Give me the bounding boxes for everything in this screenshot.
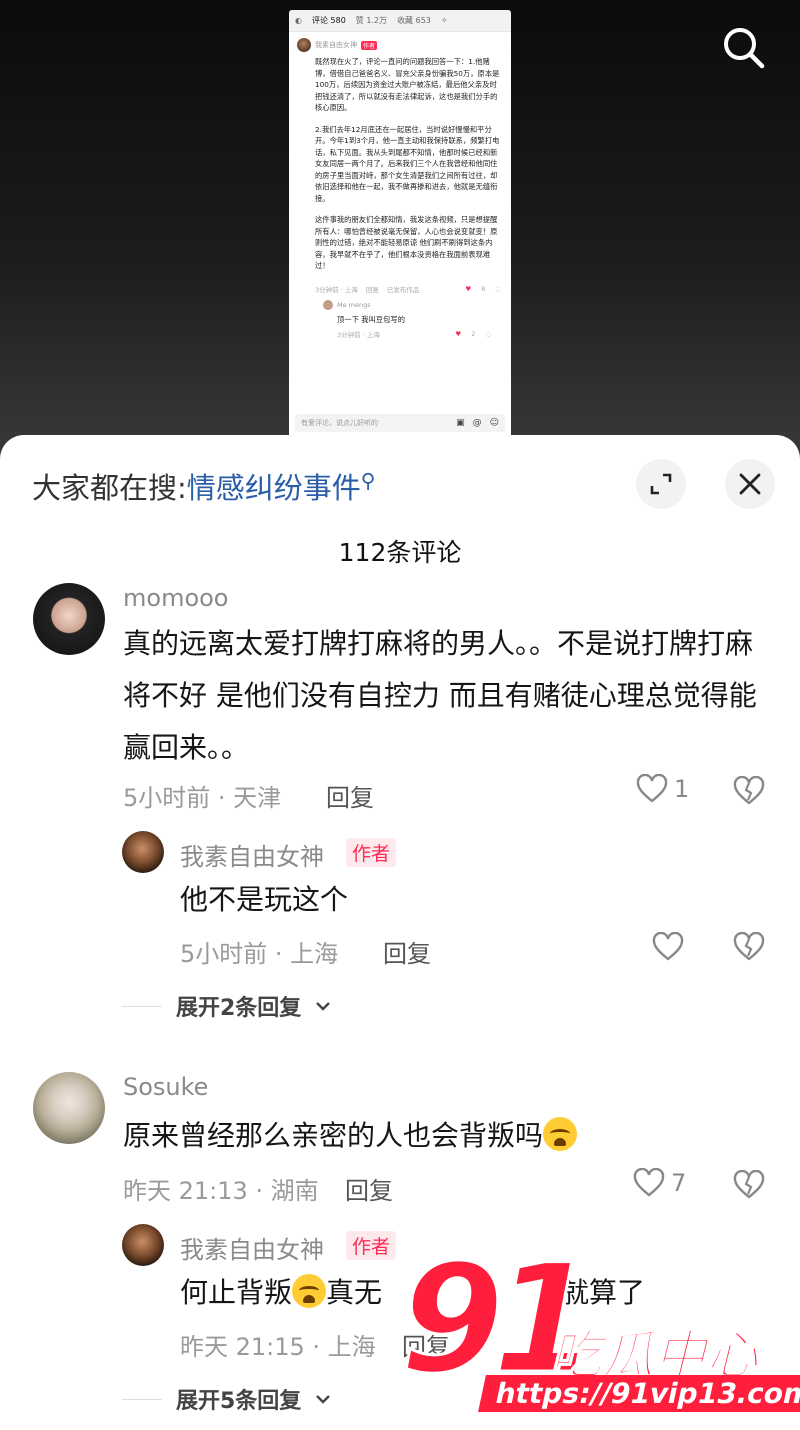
embedded-reply-avatar xyxy=(323,299,333,310)
embedded-author-tag: 作者 xyxy=(361,40,378,50)
crying-emoji-icon xyxy=(292,1274,327,1308)
broken-heart-icon xyxy=(733,775,765,805)
embedded-dislike-icon: ◌ xyxy=(495,284,501,293)
divider xyxy=(122,1398,162,1400)
expand-replies[interactable]: 展开2条回复 xyxy=(122,990,331,1022)
embedded-paragraph: 2.我们去年12月底还在一起居住，当时说好慢慢和平分开。今年1到3个月，他一直主… xyxy=(315,124,500,203)
reply-button[interactable]: 回复 xyxy=(345,1171,393,1206)
comment-username[interactable]: momooo xyxy=(123,584,229,612)
search-suggestion-keyword[interactable]: 情感纠纷事件 xyxy=(187,471,361,505)
embedded-chat-icon: ◐ xyxy=(295,16,302,25)
like-count: 7 xyxy=(671,1169,687,1197)
expand-replies-label: 展开2条回复 xyxy=(176,996,302,1021)
dislike-button[interactable] xyxy=(733,931,765,966)
author-avatar[interactable] xyxy=(122,1224,164,1266)
watermark: 91 吃瓜中心 https://91vip13.com xyxy=(399,1244,800,1425)
embedded-meta-reply: 回复 xyxy=(365,285,379,294)
reply-meta: 昨天 21:15 · 上海 xyxy=(180,1333,376,1361)
fullscreen-button[interactable] xyxy=(636,459,686,509)
embedded-paragraph: 既然现在火了，评论一直问的问题我回答一下：1.他赌博，借借自己爸爸名义、冒充父亲… xyxy=(315,57,500,112)
like-button[interactable]: 1 xyxy=(636,774,689,804)
embedded-reply-likes: 2 xyxy=(471,329,476,338)
embedded-reply-user: Me mengs xyxy=(337,300,371,309)
reply-text-part: 真无 xyxy=(326,1276,383,1309)
search-suggestion-prefix: 大家都在搜: xyxy=(32,471,187,505)
like-button[interactable] xyxy=(652,932,684,962)
expand-icon xyxy=(650,473,672,495)
comment-count: 112条评论 xyxy=(338,538,462,567)
search-small-icon: ⚲ xyxy=(360,468,376,493)
embedded-screenshot: ◐ 评论 580 赞 1.2万 收藏 653 ✧ 我素自由女神 作者 既然现在火… xyxy=(289,10,511,438)
expand-replies[interactable]: 展开5条回复 xyxy=(122,1383,331,1415)
reply-button[interactable]: 回复 xyxy=(326,778,374,813)
embedded-input-placeholder: 有爱评论，说点儿好听的 xyxy=(301,419,378,427)
embedded-heart-icon: ♥ xyxy=(465,284,472,293)
embedded-tab-comments: 评论 580 xyxy=(311,16,346,25)
reply-username[interactable]: 我素自由女神 xyxy=(180,1230,324,1265)
expand-replies-label: 展开5条回复 xyxy=(176,1389,302,1414)
comment-text: 真的远离太爱打牌打麻将的男人。。不是说打牌打麻将不好 是他们没有自控力 而且有赌… xyxy=(123,627,757,764)
like-button[interactable]: 7 xyxy=(633,1168,686,1198)
embedded-meta-time: 3分钟前 · 上海 xyxy=(315,285,358,294)
author-avatar[interactable] xyxy=(122,831,164,873)
embedded-paragraph: 这件事我的朋友们全都知情，我发这条视频，只是想提醒所有人：哪怕曾经被说毫无保留，… xyxy=(315,215,498,270)
embedded-reply-dislike-icon: ◌ xyxy=(485,329,491,338)
search-suggestion[interactable]: 大家都在搜:情感纠纷事件⚲ xyxy=(32,465,375,507)
comment-meta: 5小时前 · 天津 xyxy=(123,784,282,812)
comment-username[interactable]: Sosuke xyxy=(123,1073,208,1101)
comment-meta: 昨天 21:13 · 湖南 xyxy=(123,1177,319,1205)
dislike-button[interactable] xyxy=(733,775,765,810)
embedded-author-name: 我素自由女神 xyxy=(315,41,357,49)
close-icon xyxy=(739,473,761,495)
heart-icon xyxy=(636,774,668,803)
reply-text-part: 何止背叛 xyxy=(180,1276,293,1309)
author-badge: 作者 xyxy=(346,838,397,867)
embedded-meta-extra: 已发布作品 xyxy=(386,285,420,294)
watermark-url: https://91vip13.com xyxy=(478,1375,800,1412)
like-count: 1 xyxy=(674,775,690,803)
embedded-at-icon: @ xyxy=(472,418,482,428)
crying-emoji-icon xyxy=(543,1117,578,1151)
embedded-image-icon: ▣ xyxy=(456,418,465,428)
avatar[interactable] xyxy=(33,583,105,655)
reply-text: 他不是玩这个 xyxy=(180,883,349,916)
close-button[interactable] xyxy=(725,459,775,509)
embedded-tab-favorites: 收藏 653 xyxy=(397,16,431,25)
embedded-tab-likes: 赞 1.2万 xyxy=(355,16,388,25)
embedded-reply: Me mengs 顶一下 我叫豆包写的 3分钟前 · 上海 ♥ 2 ◌ xyxy=(289,296,511,341)
dislike-button[interactable] xyxy=(733,1169,765,1204)
divider xyxy=(122,1005,162,1007)
embedded-comment-input: 有爱评论，说点儿好听的 ▣ @ ☺ xyxy=(295,414,505,432)
avatar[interactable] xyxy=(33,1072,105,1144)
embedded-author-avatar xyxy=(297,38,311,52)
search-icon[interactable] xyxy=(716,20,772,76)
author-badge: 作者 xyxy=(346,1231,397,1260)
chevron-down-icon xyxy=(316,1395,331,1404)
broken-heart-icon xyxy=(733,931,765,961)
comment-text: 原来曾经那么亲密的人也会背叛吗 xyxy=(123,1110,578,1162)
heart-icon xyxy=(633,1168,665,1197)
comment-text-content: 原来曾经那么亲密的人也会背叛吗 xyxy=(123,1119,544,1152)
embedded-reply-meta: 3分钟前 · 上海 xyxy=(337,330,380,339)
broken-heart-icon xyxy=(733,1169,765,1199)
embedded-settings-icon: ✧ xyxy=(440,16,448,25)
reply-meta: 5小时前 · 上海 xyxy=(180,940,339,968)
embedded-comment-body: 既然现在火了，评论一直问的问题我回答一下：1.他赌博，借借自己爸爸名义、冒充父亲… xyxy=(289,54,511,272)
embedded-comment-meta: 3分钟前 · 上海 回复 已发布作品 ♥ 8 ◌ xyxy=(289,282,511,296)
heart-icon xyxy=(652,932,684,961)
embedded-like-count: 8 xyxy=(481,284,486,293)
reply-button[interactable]: 回复 xyxy=(383,934,431,969)
chevron-down-icon xyxy=(316,1002,331,1011)
reply-username[interactable]: 我素自由女神 xyxy=(180,837,324,872)
embedded-reply-text: 顶一下 我叫豆包写的 xyxy=(337,314,405,324)
embedded-reply-heart-icon: ♥ xyxy=(455,329,462,338)
embedded-tabs: ◐ 评论 580 赞 1.2万 收藏 653 ✧ xyxy=(289,10,511,32)
embedded-emoji-icon: ☺ xyxy=(489,418,499,428)
